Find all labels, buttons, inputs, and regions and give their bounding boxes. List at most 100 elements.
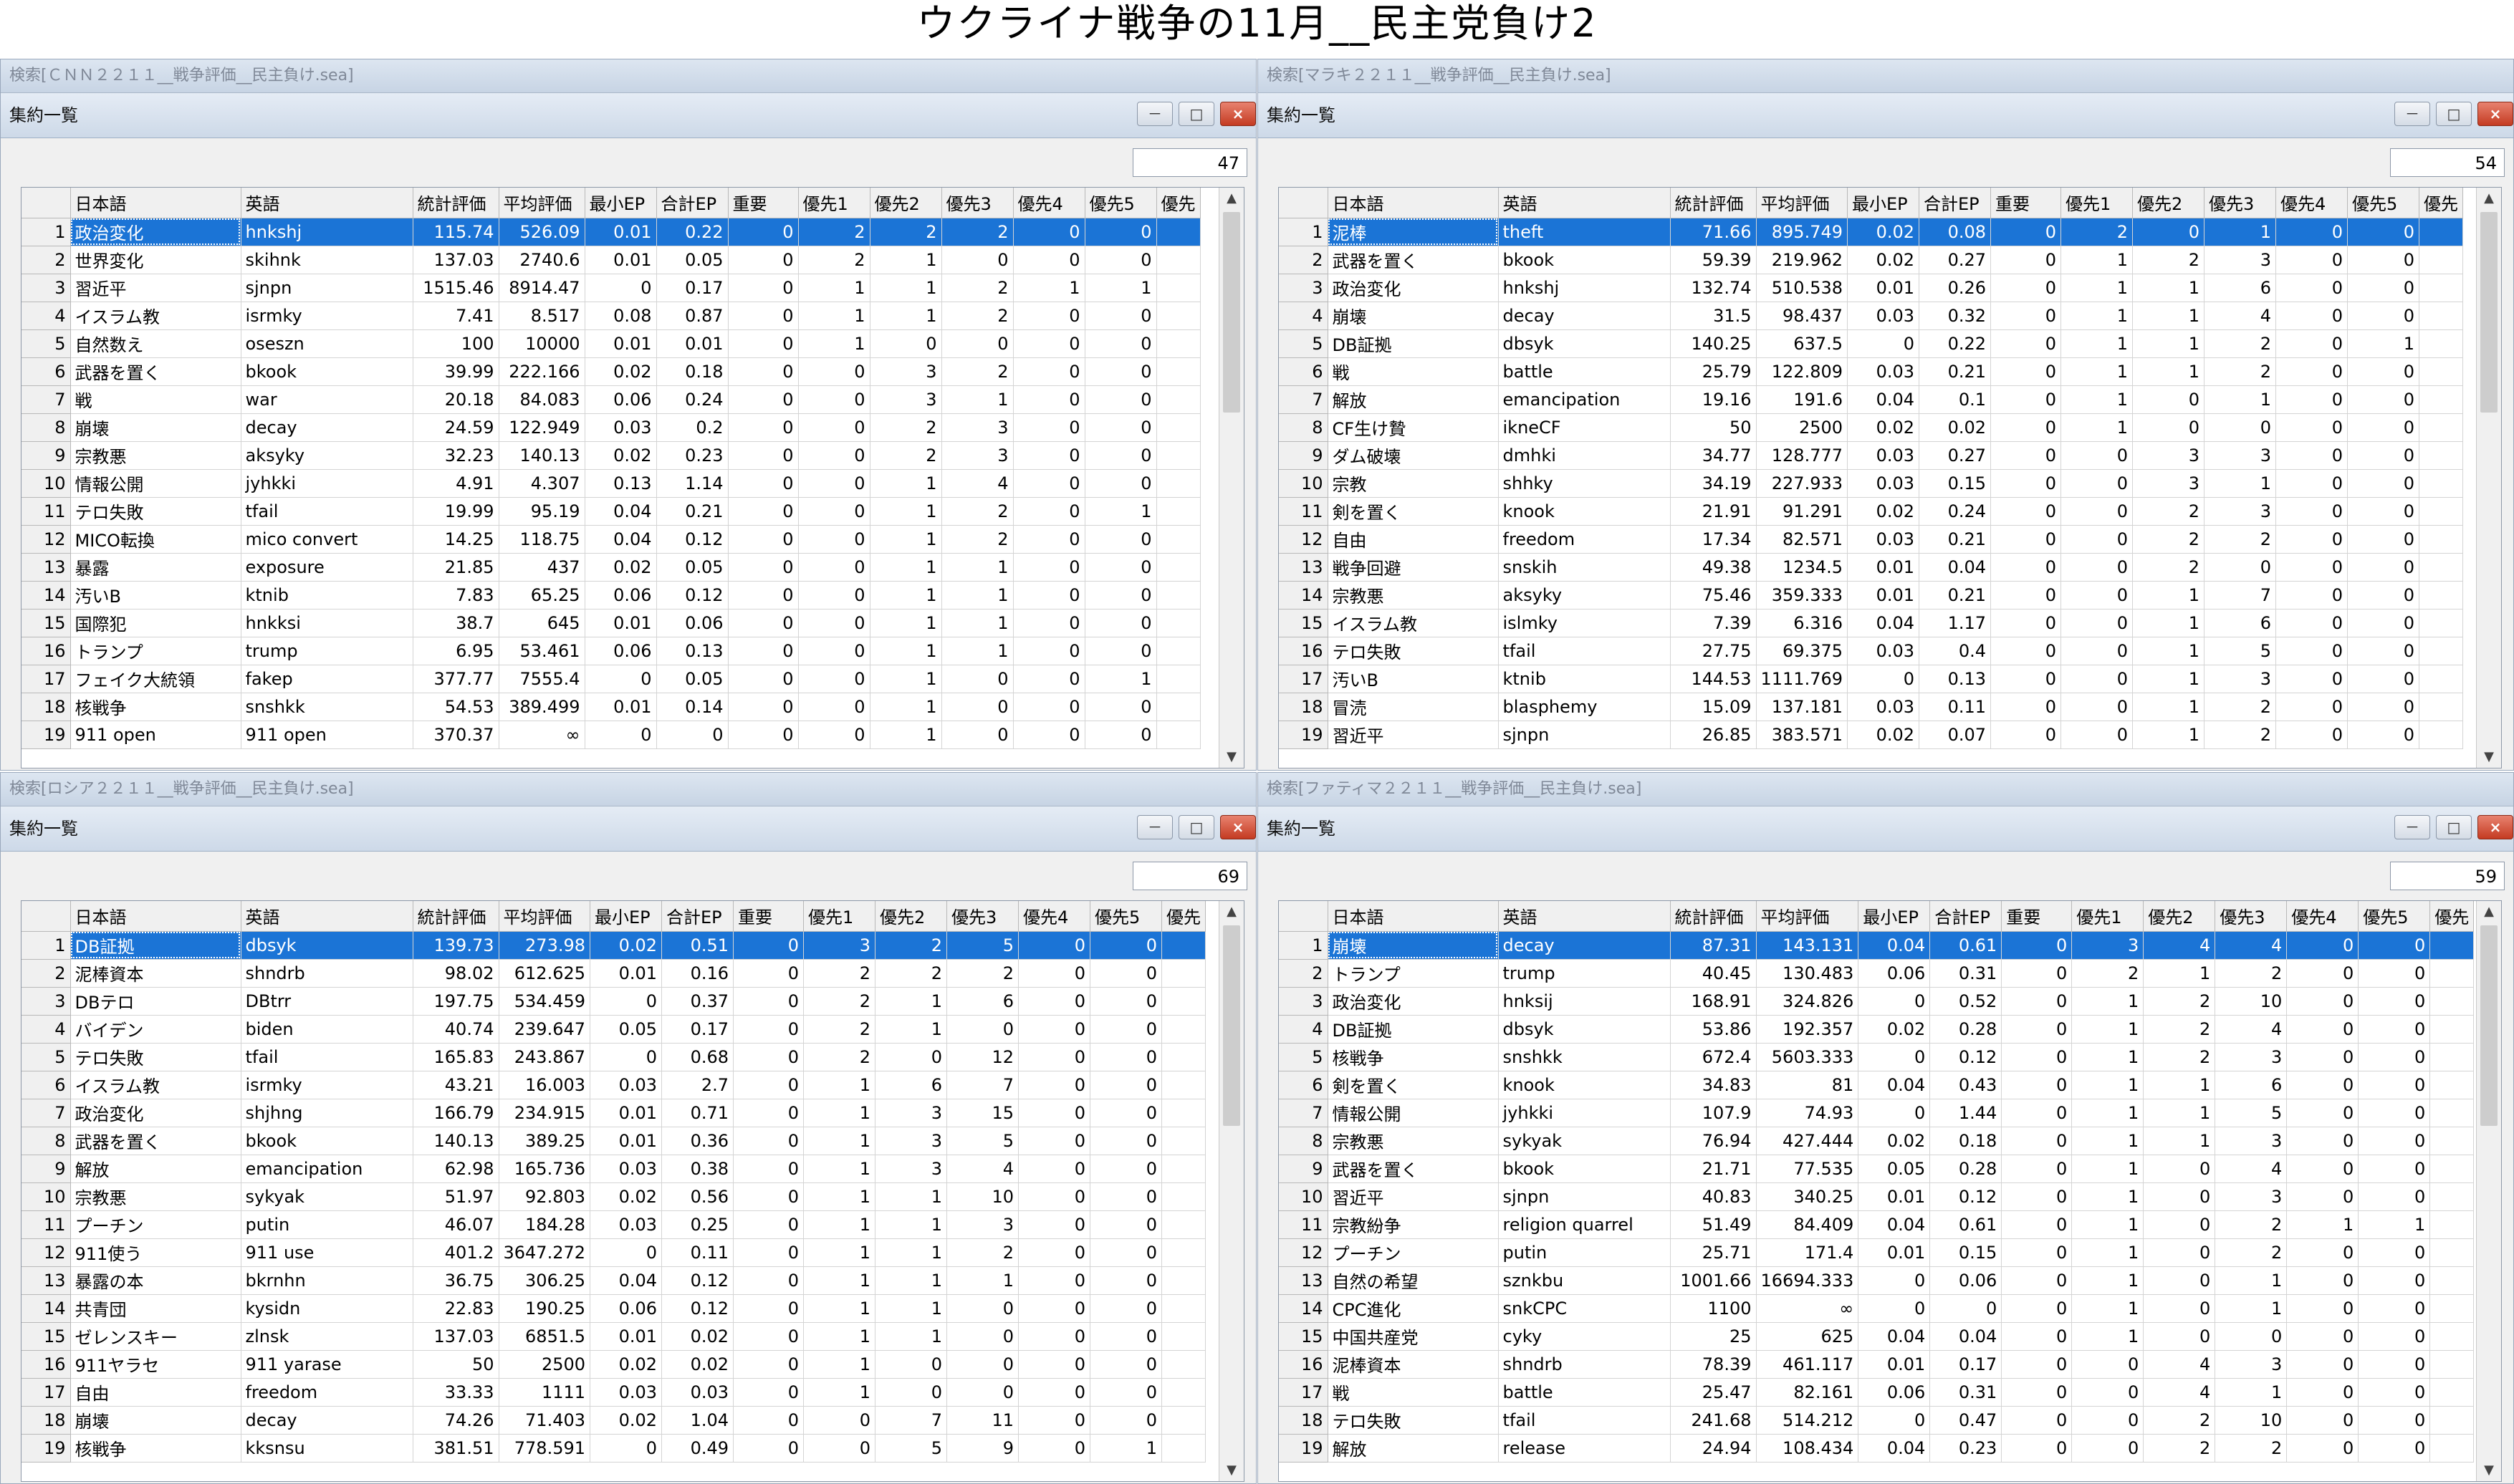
table-cell[interactable]: 0.03 (1847, 441, 1920, 470)
table-cell[interactable]: dbsyk (1498, 329, 1671, 358)
table-cell[interactable]: 0 (2347, 581, 2420, 610)
table-row[interactable]: 19 911 open 911 open 370.37 ∞ 0 0 0 0 1 0 0 0 (21, 721, 1201, 749)
table-cell[interactable]: 0 (870, 329, 942, 358)
table-cell[interactable]: 4 (2215, 1015, 2288, 1044)
column-header[interactable]: 英語 (241, 188, 413, 218)
table-cell[interactable]: 461.117 (1756, 1350, 1859, 1379)
table-cell[interactable]: 0 (1018, 1266, 1091, 1295)
table-row[interactable]: 9 宗教悪 aksyky 32.23 140.13 0.02 0.23 0 0 2 3 0 0 (21, 441, 1201, 470)
table-cell[interactable]: 0 (728, 441, 799, 470)
table-cell[interactable]: 0 (2347, 357, 2420, 386)
table-cell[interactable]: トランプ (1328, 959, 1499, 988)
table-cell[interactable]: tfail (241, 1043, 413, 1071)
table-cell[interactable]: 0 (1847, 329, 1920, 358)
table-cell[interactable]: 1 (2132, 274, 2205, 302)
table-cell[interactable]: 0 (2347, 525, 2420, 554)
table-cell[interactable]: 27.75 (1670, 637, 1757, 665)
table-cell[interactable]: blasphemy (1498, 693, 1671, 721)
table-cell[interactable]: 0 (2358, 1238, 2431, 1267)
table-cell[interactable]: 340.25 (1756, 1182, 1859, 1211)
table-cell[interactable]: 情報公開 (1328, 1099, 1499, 1127)
close-button[interactable]: × (1220, 102, 1256, 126)
table-cell[interactable]: 自然の希望 (1328, 1266, 1499, 1295)
table-cell[interactable]: 0 (798, 637, 870, 665)
table-cell[interactable]: 0.37 (661, 987, 734, 1016)
table-cell[interactable]: 0 (2347, 246, 2420, 274)
table-cell[interactable]: hnkshj (1498, 274, 1671, 302)
table-cell[interactable]: 0.24 (656, 385, 729, 414)
table-cell[interactable]: 0.03 (590, 1210, 663, 1239)
table-cell[interactable]: 0 (733, 1182, 805, 1211)
table-cell[interactable]: 0 (733, 1015, 805, 1044)
table-cell[interactable]: 0 (2001, 931, 2073, 960)
table-cell[interactable]: 1 (2215, 1266, 2288, 1295)
table-cell[interactable]: 0 (590, 987, 663, 1016)
table-cell[interactable]: 0 (2001, 1071, 2073, 1099)
table-cell[interactable]: 崩壊 (70, 1406, 241, 1435)
table-cell[interactable]: 165.736 (499, 1155, 591, 1183)
table-cell[interactable]: 0 (798, 497, 870, 526)
table-row[interactable]: 16 泥棒資本 shndrb 78.39 461.117 0.01 0.17 0 0 4 3 0 0 (1279, 1350, 2475, 1379)
table-row[interactable]: 2 泥棒資本 shndrb 98.02 612.625 0.01 0.16 0 2 2 2 0 0 (21, 959, 1206, 988)
table-cell[interactable]: 1 (803, 1378, 876, 1407)
table-cell[interactable]: 宗教悪 (70, 441, 241, 470)
table-cell[interactable]: 政治変化 (70, 218, 241, 246)
table-cell[interactable]: 0 (1018, 1406, 1091, 1435)
table-cell[interactable] (2429, 1378, 2475, 1407)
table-cell[interactable]: 0 (2358, 1378, 2431, 1407)
table-cell[interactable]: 7 (875, 1406, 948, 1435)
table-cell[interactable]: 0 (2060, 609, 2134, 637)
table-cell[interactable]: 137.03 (413, 246, 499, 274)
table-cell[interactable]: 14.25 (413, 525, 499, 554)
table-cell[interactable]: release (1498, 1434, 1671, 1463)
table-cell[interactable]: bkook (1498, 1155, 1671, 1183)
column-header[interactable]: 重要 (733, 901, 805, 932)
table-cell[interactable]: 2 (2204, 329, 2277, 358)
table-cell[interactable]: 0 (2275, 637, 2349, 665)
table-cell[interactable]: 1 (2071, 987, 2144, 1016)
vertical-scrollbar[interactable]: ▲ ▼ (1219, 901, 1244, 1481)
table-cell[interactable]: 0.11 (1919, 693, 1992, 721)
table-row[interactable]: 6 イスラム教 isrmky 43.21 16.003 0.03 2.7 0 1 6 7 0 0 (21, 1071, 1206, 1099)
table-cell[interactable]: 0 (1990, 497, 2062, 526)
table-cell[interactable]: 戦 (1328, 357, 1499, 386)
column-header[interactable]: 優先5 (1085, 188, 1157, 218)
vertical-scrollbar[interactable]: ▲ ▼ (2476, 188, 2501, 768)
table-cell[interactable]: プーチン (70, 1210, 241, 1239)
table-row[interactable]: 12 自由 freedom 17.34 82.571 0.03 0.21 0 0 2 2 0 0 (1279, 525, 2464, 554)
table-cell[interactable]: 0 (728, 637, 799, 665)
table-cell[interactable]: 24.94 (1670, 1434, 1757, 1463)
column-header[interactable]: 重要 (2001, 901, 2073, 932)
table-cell[interactable]: 0.06 (585, 637, 657, 665)
scroll-thumb[interactable] (1223, 925, 1240, 1126)
table-cell[interactable]: 0.87 (656, 302, 729, 330)
table-cell[interactable]: 3 (941, 413, 1014, 442)
table-cell[interactable]: 0 (2347, 302, 2420, 330)
table-cell[interactable]: 0 (2001, 1322, 2073, 1351)
table-cell[interactable]: 0 (656, 721, 729, 749)
table-cell[interactable]: 1 (870, 497, 942, 526)
table-cell[interactable]: 0 (1090, 959, 1163, 988)
table-cell[interactable]: 1 (803, 1238, 876, 1267)
table-cell[interactable]: 911ヤラセ (70, 1350, 241, 1379)
table-cell[interactable]: 0 (1018, 931, 1091, 960)
table-cell[interactable]: 0 (2347, 385, 2420, 414)
table-cell[interactable]: イスラム教 (70, 1071, 241, 1099)
table-cell[interactable]: 1 (803, 1266, 876, 1295)
table-cell[interactable]: 0.28 (1929, 1015, 2002, 1044)
table-cell[interactable]: hnkksi (241, 609, 413, 637)
table-cell[interactable] (2419, 525, 2464, 554)
table-cell[interactable] (1156, 246, 1201, 274)
table-cell[interactable]: 3 (803, 931, 876, 960)
table-cell[interactable]: 0 (2060, 693, 2134, 721)
table-cell[interactable]: 510.538 (1756, 274, 1848, 302)
table-cell[interactable]: 46.07 (413, 1210, 499, 1239)
table-cell[interactable]: 10 (2215, 1406, 2288, 1435)
table-cell[interactable]: 0 (941, 721, 1014, 749)
table-cell[interactable]: 1 (2215, 1378, 2288, 1407)
table-cell[interactable]: 0 (1013, 525, 1085, 554)
table-row[interactable]: 14 汚いB ktnib 7.83 65.25 0.06 0.12 0 0 1 1 0 0 (21, 581, 1201, 610)
column-header[interactable]: 平均評価 (499, 188, 585, 218)
table-row[interactable]: 3 政治変化 hnkshj 132.74 510.538 0.01 0.26 0 1 1 6 0 0 (1279, 274, 2464, 302)
table-cell[interactable]: 534.459 (499, 987, 591, 1016)
